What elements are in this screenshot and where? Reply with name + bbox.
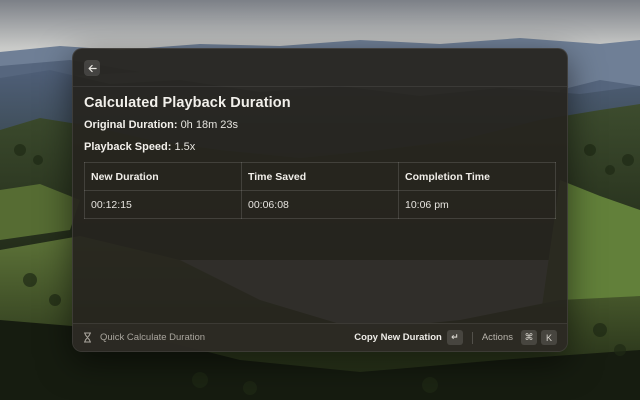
hourglass-icon xyxy=(83,332,92,343)
actions-menu-button[interactable]: Actions ⌘ K xyxy=(482,330,557,345)
column-header-completion-time: Completion Time xyxy=(398,162,556,191)
action-bar: Quick Calculate Duration Copy New Durati… xyxy=(73,323,567,351)
cell-time-saved: 00:06:08 xyxy=(241,190,399,219)
enter-key-icon: ↵ xyxy=(446,330,463,345)
copy-new-duration-button[interactable]: Copy New Duration ↵ xyxy=(354,330,463,345)
column-header-time-saved: Time Saved xyxy=(241,162,399,191)
actions-label: Actions xyxy=(481,332,513,343)
page-title: Calculated Playback Duration xyxy=(84,95,291,111)
top-bar xyxy=(73,49,567,87)
command-name: Quick Calculate Duration xyxy=(100,332,206,343)
original-duration-line: Original Duration: 0h 18m 23s xyxy=(84,118,556,132)
arrow-left-icon xyxy=(87,64,97,73)
cell-new-duration: 00:12:15 xyxy=(84,190,242,219)
detail-content: Calculated Playback Duration Original Du… xyxy=(73,87,567,219)
table-header-row: New Duration Time Saved Completion Time xyxy=(84,162,556,191)
command-key-icon: ⌘ xyxy=(521,330,537,345)
footer-divider xyxy=(471,331,473,344)
primary-action-label: Copy New Duration xyxy=(354,332,442,343)
original-duration-label: Original Duration: xyxy=(84,119,178,131)
playback-speed-value: 1.5x xyxy=(174,141,196,153)
back-button[interactable] xyxy=(84,60,100,76)
extension-window: Calculated Playback Duration Original Du… xyxy=(72,48,568,352)
command-info: Quick Calculate Duration xyxy=(83,332,205,343)
k-key: K xyxy=(541,330,557,345)
playback-speed-line: Playback Speed: 1.5x xyxy=(84,140,556,154)
table-row: 00:12:15 00:06:08 10:06 pm xyxy=(84,190,556,219)
playback-speed-label: Playback Speed: xyxy=(84,141,172,153)
cell-completion-time: 10:06 pm xyxy=(398,190,556,219)
results-table: New Duration Time Saved Completion Time … xyxy=(84,162,556,219)
footer-actions: Copy New Duration ↵ Actions ⌘ K xyxy=(354,330,557,345)
original-duration-value: 0h 18m 23s xyxy=(180,119,239,131)
column-header-new-duration: New Duration xyxy=(84,162,242,191)
